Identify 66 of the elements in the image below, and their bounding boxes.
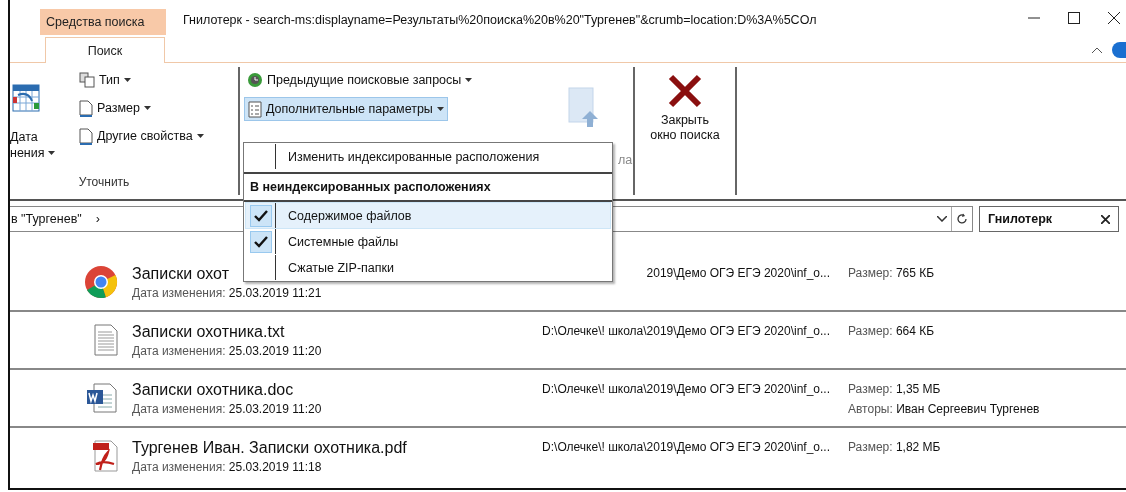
chevron-down-icon[interactable]	[937, 216, 947, 222]
close-search-button[interactable]: Закрыть окно поиска	[635, 67, 737, 195]
word-document-icon	[86, 383, 118, 413]
caret-icon	[143, 106, 151, 110]
document-icon	[79, 99, 93, 117]
search-field[interactable]: Гнилотерк	[979, 206, 1119, 232]
browser-icon	[84, 265, 118, 299]
document-icon	[79, 127, 93, 145]
clear-icon[interactable]	[1101, 214, 1110, 224]
file-path: D:\Олечке\! школа\2019\Демо ОГЭ ЕГЭ 2020\inf_o...	[542, 440, 830, 454]
file-path: D:\Олечке\! школа\2019\Демо ОГЭ ЕГЭ 2020\inf_o...	[542, 382, 830, 396]
contextual-tab[interactable]: Средства поиска	[40, 9, 166, 35]
window-title: Гнилотерк - search-ms:displayname=Результаты%20поиска%20в%20"Тургенев"&crumb=location:D%3A%5COл	[183, 13, 817, 27]
checkmark-icon	[253, 235, 268, 248]
menu-item[interactable]: Системные файлы	[246, 229, 610, 254]
file-size: Размер: 1,35 МБ	[848, 382, 942, 396]
caret-icon	[47, 151, 55, 155]
file-size: Размер: 765 КБ	[848, 266, 936, 280]
ribbon-dropdown-button[interactable]: Другие свойства	[76, 127, 207, 145]
history-icon	[247, 72, 263, 88]
ribbon-dropdown-button[interactable]: Предыдущие поисковые запросы	[244, 71, 476, 89]
group-label: Уточнить	[77, 175, 131, 191]
file-path: 2019\Демо ОГЭ ЕГЭ 2020\inf_o...	[646, 266, 830, 280]
file-name[interactable]: Записки охотника.doc	[132, 380, 294, 399]
caret-icon	[123, 78, 131, 82]
ribbon-tab[interactable]: Поиск	[45, 37, 165, 63]
close-icon[interactable]	[1108, 12, 1120, 24]
menu-section-header: В неиндексированных расположениях	[244, 172, 612, 202]
close-icon	[667, 73, 703, 109]
ribbon-dropdown-button[interactable]: Размер	[76, 99, 207, 117]
checkbox[interactable]	[249, 204, 272, 227]
menu-item[interactable]: Сжатые ZIP-папки	[246, 255, 610, 280]
modified-date: Дата изменения: 25.03.2019 11:20	[132, 343, 322, 358]
list-icon	[248, 100, 262, 118]
file-name[interactable]: Записки охотника.txt	[132, 322, 285, 341]
help-icon[interactable]	[1112, 42, 1126, 58]
maximize-icon[interactable]	[1068, 12, 1080, 24]
ribbon-dropdown-button[interactable]: Тип	[76, 71, 207, 89]
breadcrumb-separator[interactable]: ›	[95, 212, 100, 226]
caret-icon	[465, 78, 473, 82]
date-button-label[interactable]: нения	[10, 145, 45, 161]
modified-date: Дата изменения: 25.03.2019 11:21	[132, 285, 322, 300]
file-authors: Авторы: Иван Сергеевич Тургенев	[848, 402, 1041, 416]
text-file-icon	[94, 324, 118, 356]
file-size: Размер: 1,82 МБ	[848, 440, 942, 454]
modified-date: Дата изменения: 25.03.2019 11:20	[132, 401, 322, 416]
menu-item[interactable]: Содержимое файлов	[246, 203, 610, 228]
file-path: D:\Олечке\! школа\2019\Демо ОГЭ ЕГЭ 2020\inf_o...	[542, 324, 830, 338]
file-size: Размер: 664 КБ	[848, 324, 936, 338]
caret-icon	[436, 107, 444, 111]
menu-item[interactable]: Изменить индексированные расположения	[246, 144, 610, 169]
file-name[interactable]: Тургенев Иван. Записки охотника.pdf	[132, 438, 407, 457]
calendar-icon[interactable]	[12, 83, 40, 113]
refresh-icon[interactable]	[956, 213, 968, 225]
date-button-label[interactable]: Дата	[10, 129, 38, 145]
collapse-ribbon-icon[interactable]	[1092, 47, 1102, 53]
modified-date: Дата изменения: 25.03.2019 11:18	[132, 459, 322, 474]
checkmark-icon	[253, 209, 268, 222]
pdf-file-icon	[92, 440, 118, 472]
ribbon-dropdown-button[interactable]: Дополнительные параметры	[244, 97, 448, 121]
file-name[interactable]: Записки охот	[132, 264, 229, 283]
breadcrumb[interactable]: в "Тургенев"	[11, 212, 82, 226]
button-label[interactable]: ла	[618, 153, 633, 167]
checkbox[interactable]	[249, 230, 272, 253]
caret-icon	[196, 134, 204, 138]
file-type-icon	[79, 72, 95, 88]
